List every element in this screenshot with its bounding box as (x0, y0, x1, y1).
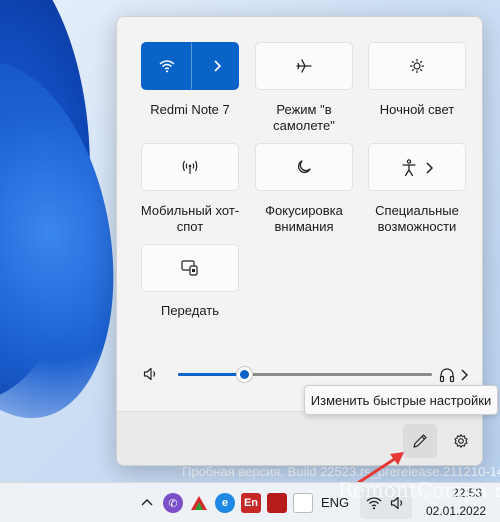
tile-night-light[interactable] (368, 42, 466, 90)
speaker-icon[interactable] (143, 367, 157, 381)
tile-label-hotspot: Мобильный хот-спот (140, 203, 240, 234)
pencil-icon (412, 433, 428, 449)
tile-label-airplane: Режим "в самолете" (273, 102, 335, 133)
accessibility-icon (401, 159, 417, 177)
wifi-icon (159, 59, 175, 73)
viber-icon[interactable]: ✆ (163, 493, 183, 513)
chevron-right-icon[interactable] (460, 369, 468, 381)
app-red-icon[interactable] (267, 493, 287, 513)
chevron-right-icon[interactable] (425, 162, 433, 174)
edge-icon[interactable]: e (215, 493, 235, 513)
edit-tooltip: Изменить быстрые настройки (304, 385, 498, 415)
site-watermark: RemontCompa.ru (338, 478, 500, 502)
tile-cast[interactable] (141, 244, 239, 292)
tile-hotspot[interactable] (141, 143, 239, 191)
headphones-icon[interactable] (439, 367, 455, 383)
volume-slider-fill (178, 373, 245, 376)
wifi-networks-button[interactable] (192, 43, 241, 89)
tile-airplane[interactable] (255, 42, 353, 90)
settings-button[interactable] (444, 424, 478, 458)
antivirus-icon[interactable] (189, 493, 209, 513)
hotspot-icon (181, 159, 199, 175)
moon-icon (296, 159, 312, 175)
chevron-up-icon[interactable] (141, 498, 153, 506)
cast-icon (181, 260, 199, 276)
tile-label-accessibility: Специальные возможности (375, 203, 459, 234)
airplane-icon (296, 58, 312, 74)
clock-date[interactable]: 02.01.2022 (426, 504, 486, 518)
tile-label-night-light: Ночной свет (379, 102, 455, 117)
tile-label-focus-assist: Фокусировка внимания (265, 203, 343, 234)
chevron-right-icon (212, 60, 222, 72)
tile-focus-assist[interactable] (255, 143, 353, 191)
tile-accessibility[interactable] (368, 143, 466, 191)
wifi-toggle[interactable] (142, 43, 191, 89)
volume-slider-thumb[interactable] (235, 366, 253, 383)
folder-icon[interactable] (293, 493, 313, 513)
tile-label-wifi: Redmi Note 7 (150, 102, 230, 117)
tile-wifi[interactable] (141, 42, 239, 90)
brightness-icon (409, 58, 425, 74)
dictionary-en-icon[interactable]: En (241, 493, 261, 513)
tile-label-cast: Передать (160, 303, 219, 318)
gear-icon (453, 433, 469, 449)
